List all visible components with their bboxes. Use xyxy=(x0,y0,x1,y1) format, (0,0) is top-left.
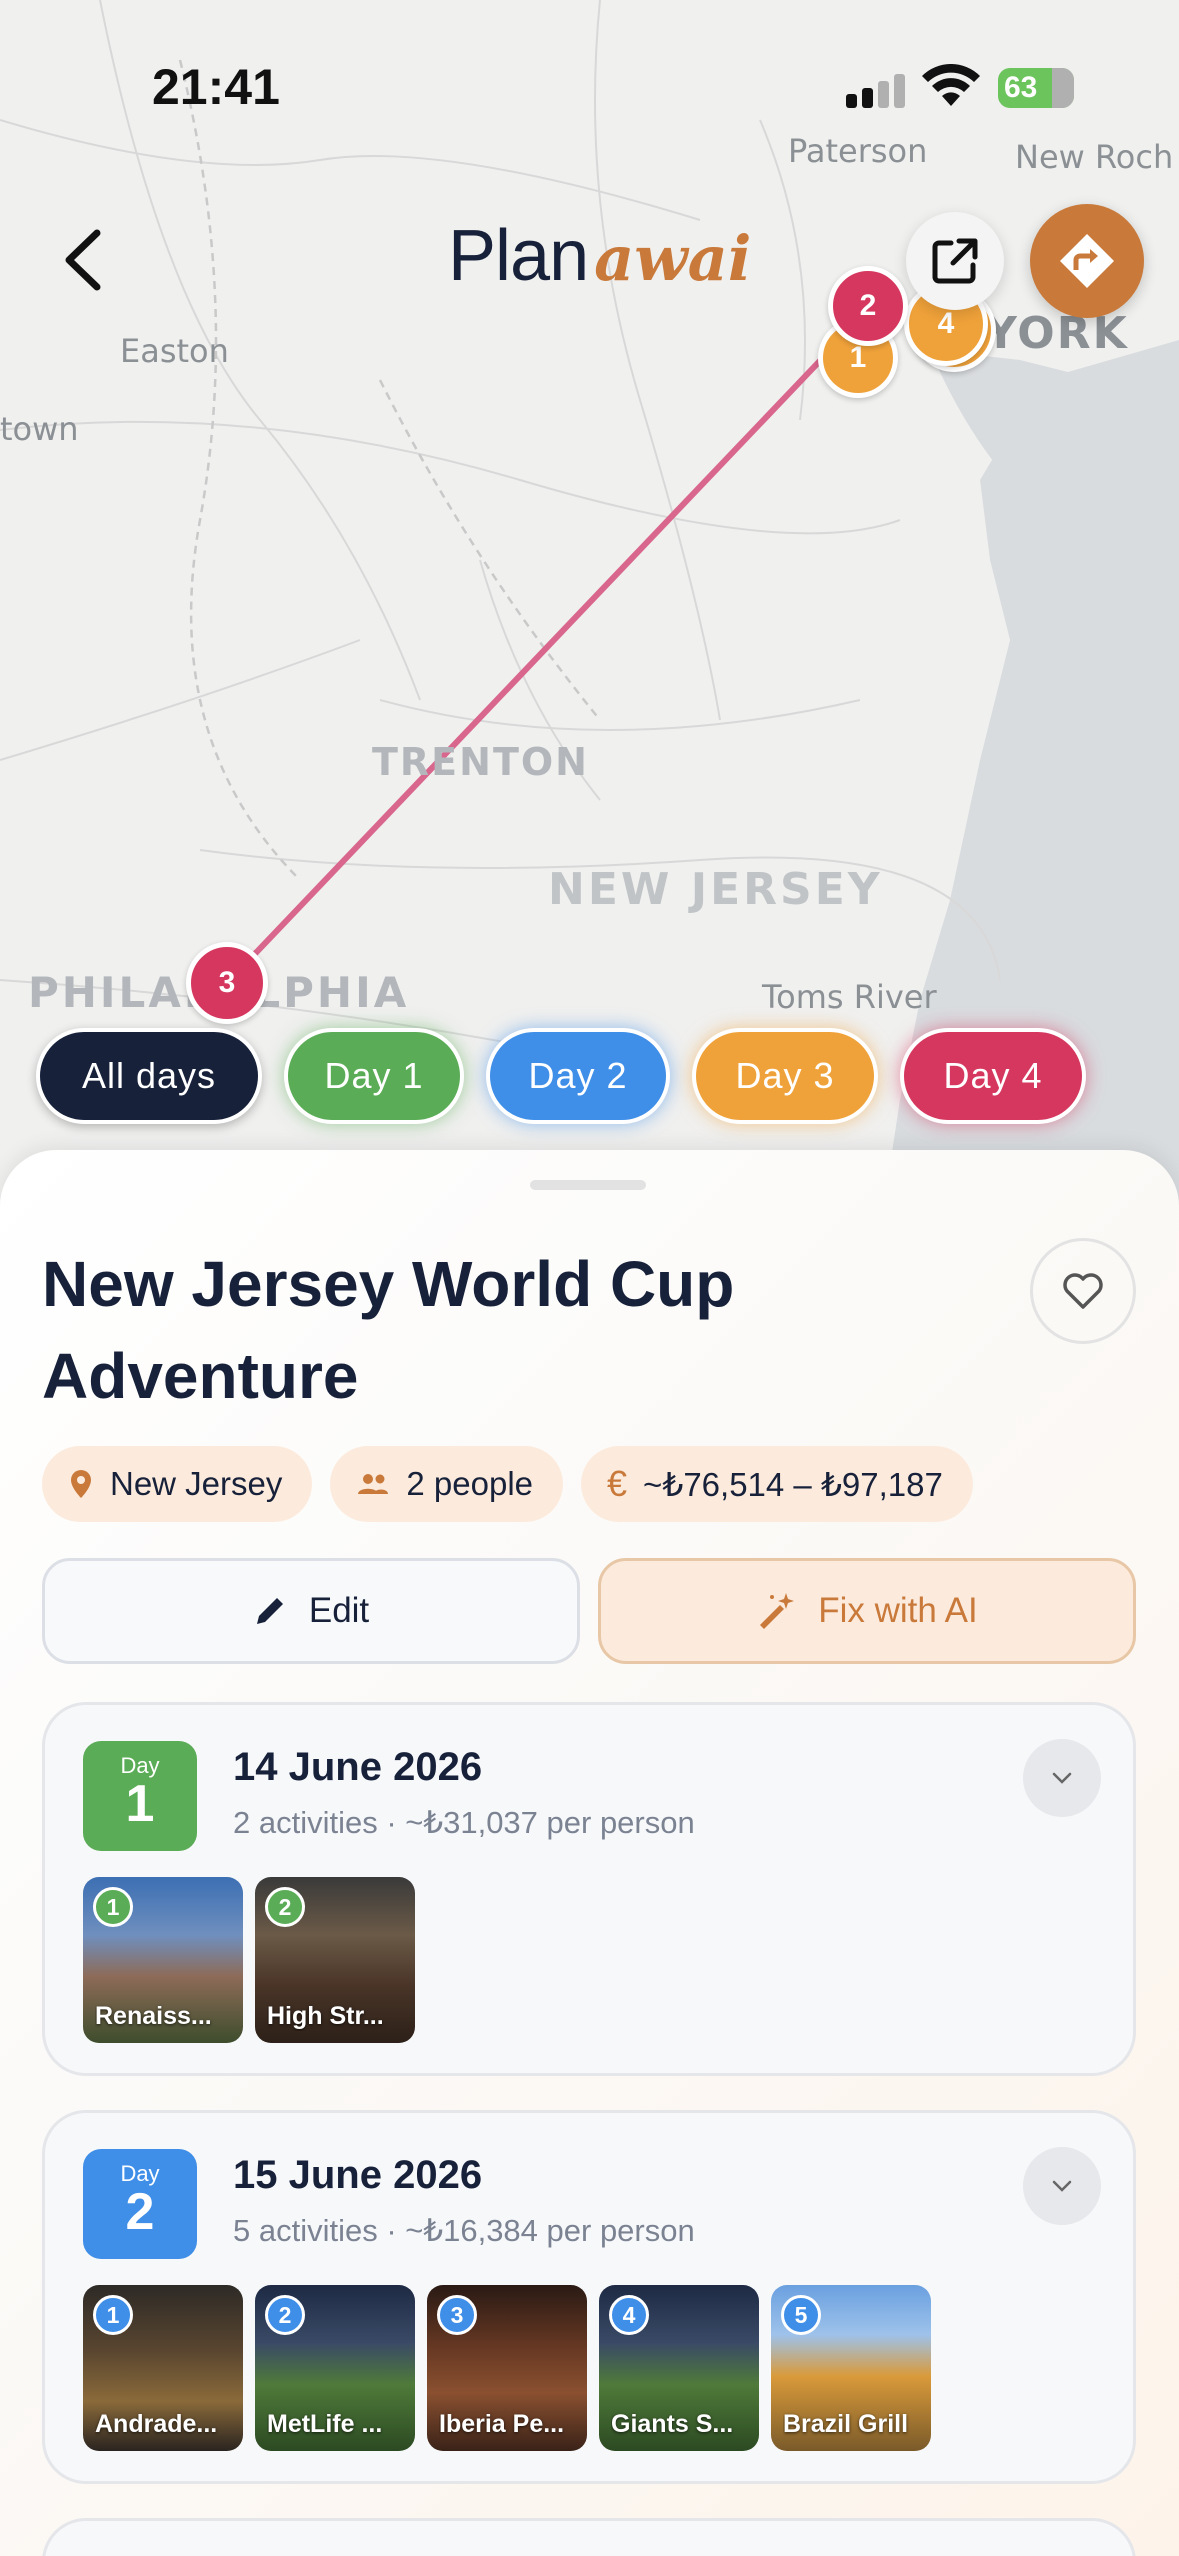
activity-thumb[interactable]: 1 Renaiss... xyxy=(83,1877,243,2043)
day-meta: 2 activities · ~₺31,037 per person xyxy=(233,1805,695,1840)
activity-number: 2 xyxy=(265,2295,305,2335)
magic-wand-icon xyxy=(760,1593,795,1629)
activity-thumb[interactable]: 5 Brazil Grill xyxy=(771,2285,931,2451)
activity-name: High Str... xyxy=(267,2002,384,2030)
status-time: 21:41 xyxy=(152,59,280,115)
activity-number: 5 xyxy=(781,2295,821,2335)
back-chevron-icon[interactable] xyxy=(55,225,115,295)
activity-thumb[interactable]: 4 Giants S... xyxy=(599,2285,759,2451)
favorite-button[interactable] xyxy=(1030,1238,1136,1344)
location-pin-icon xyxy=(71,1470,91,1498)
map-label-town: town xyxy=(0,410,79,448)
heart-icon xyxy=(1063,1273,1103,1309)
map-label-toms-river: Toms River xyxy=(762,978,937,1016)
budget-pill: € ~₺76,514 – ₺97,187 xyxy=(581,1446,973,1522)
activity-thumb[interactable]: 3 Iberia Pe... xyxy=(427,2285,587,2451)
pencil-icon xyxy=(256,1598,283,1624)
battery-icon: 63 xyxy=(998,68,1074,108)
day-date: 14 June 2026 xyxy=(233,1745,483,1789)
map-label-paterson: Paterson xyxy=(788,132,928,170)
people-icon xyxy=(358,1474,389,1494)
activity-number: 1 xyxy=(93,2295,133,2335)
open-external-icon xyxy=(932,238,978,284)
expand-day-button[interactable] xyxy=(1023,1739,1101,1817)
people-pill: 2 people xyxy=(330,1446,564,1522)
activity-name: MetLife ... xyxy=(267,2410,383,2438)
activity-name: Andrade... xyxy=(95,2410,218,2438)
battery-level: 63 xyxy=(1004,71,1038,104)
fix-with-ai-label: Fix with AI xyxy=(818,1591,978,1630)
day-badge-number: 2 xyxy=(125,2183,155,2241)
cellular-signal-icon xyxy=(846,74,906,108)
activity-number: 1 xyxy=(93,1887,133,1927)
map-view[interactable]: Paterson New Roch Easton town YORK TRENT… xyxy=(0,0,1179,1230)
map-label-new-jersey: NEW JERSEY xyxy=(548,864,883,915)
activity-thumb[interactable]: 2 MetLife ... xyxy=(255,2285,415,2451)
logo-plan: Plan xyxy=(448,216,589,296)
day-badge: Day 1 xyxy=(83,1741,197,1851)
people-text: 2 people xyxy=(406,1465,534,1502)
app-logo: Planawai xyxy=(448,215,751,305)
activity-name: Iberia Pe... xyxy=(439,2410,565,2438)
map-label-easton: Easton xyxy=(120,332,229,370)
chevron-down-icon xyxy=(1052,1772,1072,1784)
map-label-york: YORK xyxy=(985,308,1129,359)
map-label-new-roch: New Roch xyxy=(1015,138,1174,176)
open-external-button[interactable] xyxy=(906,212,1004,310)
chip-all-days[interactable]: All days xyxy=(36,1028,262,1124)
activity-name: Brazil Grill xyxy=(783,2410,909,2438)
directions-button[interactable] xyxy=(1030,204,1144,318)
activity-number: 3 xyxy=(437,2295,477,2335)
expand-day-button[interactable] xyxy=(1023,2147,1101,2225)
day-badge: Day 2 xyxy=(83,2149,197,2259)
directions-icon xyxy=(1060,234,1114,288)
chip-day-3[interactable]: Day 3 xyxy=(692,1028,878,1124)
wifi-icon xyxy=(922,64,980,106)
budget-text: ~₺76,514 – ₺97,187 xyxy=(643,1465,943,1503)
day-meta: 5 activities · ~₺16,384 per person xyxy=(233,2213,695,2248)
day-date: 15 June 2026 xyxy=(233,2153,483,2197)
sheet-drag-handle[interactable] xyxy=(530,1180,646,1190)
trip-info-pills: New Jersey 2 people € ~₺76,514 – ₺97,187 xyxy=(42,1446,973,1522)
day-badge-number: 1 xyxy=(125,1775,155,1833)
activity-thumbnails: 1 Andrade... 2 MetLife ... 3 Iberia Pe..… xyxy=(83,2285,931,2451)
edit-label: Edit xyxy=(308,1591,370,1630)
activity-thumbnails: 1 Renaiss... 2 High Str... xyxy=(83,1877,415,2043)
fix-with-ai-button[interactable]: Fix with AI xyxy=(598,1558,1136,1664)
day-card-1[interactable]: Day 1 14 June 2026 2 activities · ~₺31,0… xyxy=(42,1702,1136,2076)
location-text: New Jersey xyxy=(110,1465,283,1502)
chevron-down-icon xyxy=(1052,2180,1072,2192)
trip-title: New Jersey World Cup Adventure xyxy=(42,1248,735,1412)
day-card-3-partial[interactable] xyxy=(42,2518,1136,2556)
map-label-trenton: TRENTON xyxy=(372,740,589,784)
logo-awai: awai xyxy=(594,222,752,295)
chip-day-1[interactable]: Day 1 xyxy=(284,1028,464,1124)
activity-number: 4 xyxy=(609,2295,649,2335)
location-pill: New Jersey xyxy=(42,1446,313,1522)
activity-name: Renaiss... xyxy=(95,2002,212,2030)
edit-button[interactable]: Edit xyxy=(42,1558,580,1664)
map-marker-2[interactable]: 2 xyxy=(828,266,908,346)
activity-thumb[interactable]: 1 Andrade... xyxy=(83,2285,243,2451)
chip-day-2[interactable]: Day 2 xyxy=(486,1028,670,1124)
activity-name: Giants S... xyxy=(611,2410,734,2438)
euro-icon: € xyxy=(607,1463,628,1504)
day-filter-chips: All days Day 1 Day 2 Day 3 Day 4 xyxy=(36,1028,1086,1124)
chip-day-4[interactable]: Day 4 xyxy=(900,1028,1086,1124)
activity-number: 2 xyxy=(265,1887,305,1927)
day-card-2[interactable]: Day 2 15 June 2026 5 activities · ~₺16,3… xyxy=(42,2110,1136,2484)
activity-thumb[interactable]: 2 High Str... xyxy=(255,1877,415,2043)
map-marker-3[interactable]: 3 xyxy=(186,942,268,1024)
trip-bottom-sheet[interactable]: New Jersey World Cup Adventure New Jerse… xyxy=(0,1150,1179,2556)
